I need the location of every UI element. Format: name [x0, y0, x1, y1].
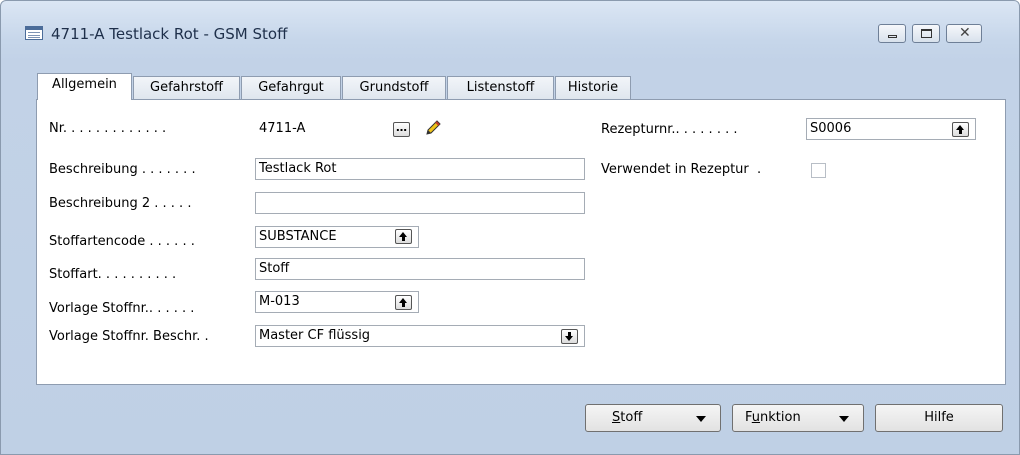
- stoffartencode-label: Stoffartencode . . . . . .: [49, 234, 195, 249]
- minimize-button[interactable]: [878, 24, 906, 43]
- nr-field[interactable]: 4711-A: [255, 118, 413, 140]
- app-window-icon: [25, 26, 43, 40]
- stoffart-field[interactable]: Stoff: [255, 258, 585, 280]
- title-bar[interactable]: 4711-A Testlack Rot - GSM Stoff ✕: [1, 1, 1019, 55]
- nr-lookup-button[interactable]: …: [393, 122, 410, 137]
- tab-gefahrgut[interactable]: Gefahrgut: [241, 76, 341, 99]
- beschreibung-field[interactable]: Testlack Rot: [255, 158, 585, 180]
- stoff-menu-button[interactable]: Stoff: [585, 404, 721, 432]
- window-title: 4711-A Testlack Rot - GSM Stoff: [51, 25, 288, 43]
- maximize-button[interactable]: [912, 24, 940, 43]
- pencil-icon[interactable]: [424, 119, 442, 137]
- rezepturnr-drilldown-button[interactable]: [952, 122, 969, 137]
- rezepturnr-label: Rezepturnr.. . . . . . . .: [601, 122, 738, 137]
- hilfe-button[interactable]: Hilfe: [875, 404, 1003, 432]
- funktion-menu-button[interactable]: Funktion: [732, 404, 864, 432]
- tab-allgemein[interactable]: Allgemein: [37, 73, 132, 100]
- nr-label: Nr. . . . . . . . . . . . .: [49, 121, 167, 136]
- ellipsis-icon: …: [396, 121, 407, 134]
- tab-listenstoff[interactable]: Listenstoff: [447, 76, 554, 99]
- vorlage-stoffnr-drilldown-button[interactable]: [395, 295, 412, 310]
- verwendet-checkbox[interactable]: [811, 163, 826, 178]
- tab-historie[interactable]: Historie: [555, 76, 631, 99]
- funktion-button-label: Funktion: [745, 410, 801, 425]
- vorlage-beschr-label: Vorlage Stoffnr. Beschr. .: [49, 329, 209, 344]
- stoff-button-label: Stoff: [612, 410, 643, 425]
- chevron-down-icon: [696, 416, 706, 422]
- beschreibung2-label: Beschreibung 2 . . . . .: [49, 196, 192, 211]
- beschreibung2-field[interactable]: [255, 192, 585, 214]
- vorlage-stoffnr-label: Vorlage Stoffnr.. . . . . .: [49, 301, 195, 316]
- vorlage-beschr-field[interactable]: Master CF flüssig: [255, 325, 585, 347]
- rezepturnr-field[interactable]: S0006: [806, 118, 976, 140]
- vorlage-beschr-dropdown-button[interactable]: [561, 329, 578, 344]
- window: 4711-A Testlack Rot - GSM Stoff ✕ Allgem…: [0, 0, 1020, 455]
- beschreibung-label: Beschreibung . . . . . . .: [49, 162, 196, 177]
- verwendet-label: Verwendet in Rezeptur .: [601, 162, 762, 177]
- minimize-icon: [888, 35, 897, 38]
- maximize-icon: [921, 29, 932, 38]
- tab-gefahrstoff[interactable]: Gefahrstoff: [133, 76, 240, 99]
- close-button[interactable]: ✕: [946, 24, 982, 43]
- close-icon: ✕: [959, 25, 971, 41]
- stoffartencode-drilldown-button[interactable]: [395, 229, 412, 244]
- tab-grundstoff[interactable]: Grundstoff: [342, 76, 446, 99]
- chevron-down-icon: [839, 416, 849, 422]
- stoffart-label: Stoffart. . . . . . . . . .: [49, 267, 177, 282]
